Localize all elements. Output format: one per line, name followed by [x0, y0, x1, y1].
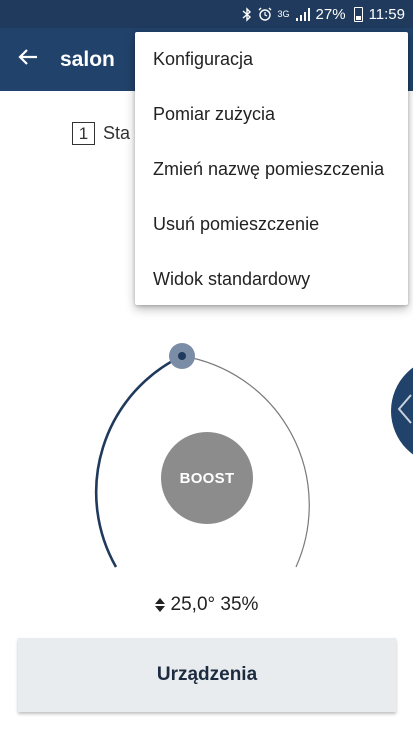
- bluetooth-icon: [242, 6, 252, 22]
- menu-item-delete-room[interactable]: Usuń pomieszczenie: [135, 197, 408, 252]
- menu-item-configuration[interactable]: Konfiguracja: [135, 32, 408, 87]
- battery-percent: 27%: [315, 5, 346, 23]
- side-panel-tab[interactable]: [391, 357, 413, 465]
- arrow-left-icon: [18, 48, 38, 71]
- alarm-icon: [258, 7, 272, 21]
- boost-button[interactable]: BOOST: [161, 432, 253, 524]
- chevron-left-icon: [397, 393, 413, 430]
- overflow-menu: Konfiguracja Pomiar zużycia Zmień nazwę …: [135, 32, 408, 305]
- menu-item-rename-room[interactable]: Zmień nazwę pomieszczenia: [135, 142, 408, 197]
- dial-handle[interactable]: [169, 343, 195, 369]
- battery-icon: [353, 6, 363, 22]
- network-type-label: 3G: [277, 8, 290, 19]
- up-down-arrows-icon: [154, 598, 165, 612]
- status-bar: 3G 27% 11:59: [0, 0, 413, 28]
- reading-text: 25,0° 35%: [170, 594, 259, 615]
- screen: 3G 27% 11:59 salon 1 Sta BOOST 25,0° 35%…: [0, 0, 413, 730]
- page-title: salon: [60, 47, 115, 71]
- menu-item-usage-measurement[interactable]: Pomiar zużycia: [135, 87, 408, 142]
- step-number: 1: [72, 122, 95, 145]
- back-button[interactable]: [0, 28, 56, 91]
- temperature-humidity-reading: 25,0° 35%: [0, 594, 413, 616]
- step-indicator: 1 Sta: [72, 122, 130, 145]
- menu-item-standard-view[interactable]: Widok standardowy: [135, 252, 408, 307]
- signal-icon: [295, 7, 310, 21]
- devices-button[interactable]: Urządzenia: [18, 638, 396, 712]
- step-label: Sta: [103, 123, 131, 143]
- clock-time: 11:59: [368, 5, 405, 23]
